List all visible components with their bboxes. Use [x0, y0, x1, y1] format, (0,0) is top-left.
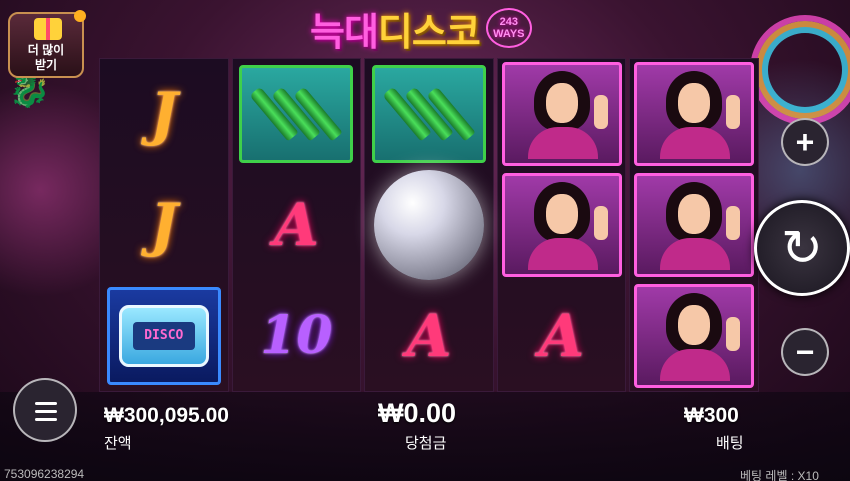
reel-cell: 10 — [233, 280, 361, 391]
symbol-woman-icon — [501, 62, 622, 167]
ways-badge: 243 WAYS — [485, 8, 532, 48]
reel-2: A 10 — [231, 58, 362, 392]
reel-cell: A — [365, 280, 493, 391]
bet-value: ₩300 — [684, 404, 739, 427]
reel-cell — [365, 59, 493, 170]
balance-label: 잔액 — [104, 435, 132, 452]
symbol-a: A — [406, 301, 452, 370]
reel-cell — [498, 59, 626, 170]
symbol-pager-icon: DISCO — [106, 286, 221, 385]
symbol-woman-icon — [634, 62, 755, 167]
reel-cell — [630, 59, 758, 170]
get-more-line2: 받기 — [34, 57, 58, 72]
ways-number: 243 — [499, 15, 518, 28]
game-title: 늑대 디스코 243 WAYS — [310, 4, 532, 54]
woman-hand — [593, 95, 608, 130]
reel-1: J J DISCO — [99, 58, 229, 392]
symbol-10: 10 — [260, 305, 333, 367]
woman-body — [660, 127, 731, 160]
get-more-line1: 더 많이 — [27, 43, 65, 58]
bet-level: 베팅 레벨 : X10 — [740, 467, 819, 481]
woman-face — [545, 83, 578, 124]
reel-cell: DISCO — [100, 280, 228, 391]
reel-cell: J — [100, 170, 228, 281]
menu-icon — [35, 402, 57, 405]
woman-portrait — [646, 69, 742, 160]
woman-portrait — [514, 180, 610, 270]
pager-icon: DISCO — [118, 304, 209, 367]
decrease-bet-button[interactable]: − — [781, 328, 829, 376]
win-label: 당첨금 — [405, 435, 447, 452]
spin-button[interactable]: ↻ — [754, 200, 850, 296]
reel-cell — [498, 170, 626, 281]
symbol-disco-ball-icon — [373, 170, 484, 280]
reel-cell — [630, 170, 758, 281]
symbol-j: J — [150, 191, 178, 259]
symbol-woman-icon — [634, 173, 755, 277]
woman-hand — [593, 206, 608, 240]
balance-value: ₩300,095.00 — [104, 404, 229, 427]
woman-face — [678, 304, 711, 345]
gift-icon — [34, 18, 62, 40]
rainbow-neon-decoration — [750, 15, 850, 125]
reel-grid: J J DISCO A 10 A A — [99, 58, 759, 392]
pager-screen: DISCO — [132, 321, 195, 350]
reel-cell: A — [233, 170, 361, 281]
title-part2: 디스코 — [377, 11, 481, 54]
symbol-woman-icon — [501, 173, 622, 277]
symbol-bottles-icon — [239, 65, 354, 164]
title-part1: 늑대 — [310, 11, 379, 54]
reel-cell — [630, 280, 758, 391]
woman-body — [527, 127, 598, 160]
woman-portrait — [646, 180, 742, 270]
reel-cell: J — [100, 59, 228, 170]
woman-hand — [726, 316, 741, 351]
woman-body — [660, 348, 731, 381]
reel-cell — [233, 59, 361, 170]
reel-5 — [629, 58, 759, 392]
woman-hand — [726, 95, 741, 130]
symbol-woman-icon — [634, 283, 755, 388]
menu-icon-line — [35, 418, 57, 421]
increase-bet-button[interactable]: + — [781, 118, 829, 166]
woman-face — [678, 194, 711, 234]
woman-face — [545, 194, 578, 234]
bet-level-label: 베팅 레벨 : — [740, 469, 795, 481]
notification-dot — [74, 10, 86, 22]
woman-body — [660, 238, 731, 270]
woman-hand — [726, 206, 741, 240]
win-value: ₩0.00 — [378, 398, 457, 428]
symbol-bottles-icon — [371, 65, 486, 164]
woman-portrait — [514, 69, 610, 160]
session-id: 753096238294 — [4, 467, 85, 481]
symbol-a: A — [539, 301, 585, 370]
menu-button[interactable] — [13, 378, 77, 442]
get-more-button[interactable]: 더 많이 받기 — [8, 10, 86, 78]
bet-level-value: X10 — [797, 469, 819, 481]
menu-icon-line — [35, 410, 57, 413]
reel-cell: A — [498, 280, 626, 391]
ways-label: WAYS — [493, 28, 525, 40]
woman-portrait — [646, 291, 742, 381]
symbol-j: J — [150, 80, 178, 149]
bet-label: 배팅 — [716, 435, 744, 452]
woman-face — [678, 83, 711, 124]
symbol-a: A — [273, 191, 319, 259]
reel-4: A — [496, 58, 627, 392]
reel-3: A — [364, 58, 494, 392]
reel-cell — [365, 170, 493, 281]
woman-body — [527, 238, 598, 270]
